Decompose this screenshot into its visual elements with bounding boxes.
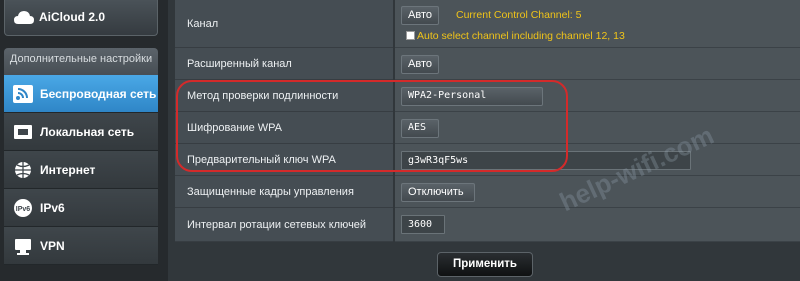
ext-channel-label: Расширенный канал bbox=[175, 48, 393, 80]
apply-button[interactable]: Применить bbox=[437, 252, 533, 277]
wpa-key-label: Предварительный ключ WPA bbox=[175, 144, 393, 176]
sidebar-item-label: IPv6 bbox=[40, 201, 65, 215]
wifi-icon bbox=[12, 84, 34, 104]
channel-value-cell: Авто Current Control Channel: 5 Auto sel… bbox=[395, 0, 800, 48]
auth-method-select[interactable]: WPA2-Personal bbox=[401, 87, 543, 106]
wpa-encryption-value-cell: AES bbox=[395, 112, 800, 144]
aicloud-label: AiCloud 2.0 bbox=[39, 10, 106, 24]
vpn-icon bbox=[12, 236, 34, 256]
sidebar-item-vpn[interactable]: VPN bbox=[4, 227, 158, 265]
auth-method-value-cell: WPA2-Personal bbox=[395, 80, 800, 112]
sidebar-item-internet[interactable]: Интернет bbox=[4, 151, 158, 189]
ext-channel-select[interactable]: Авто bbox=[401, 55, 439, 74]
current-channel-note: Current Control Channel: 5 bbox=[456, 9, 582, 21]
pmf-label: Защищенные кадры управления bbox=[175, 176, 393, 208]
ext-channel-value-cell: Авто bbox=[395, 48, 800, 80]
sidebar-item-label: Беспроводная сеть bbox=[40, 87, 157, 101]
pmf-select[interactable]: Отключить bbox=[401, 183, 475, 202]
auto-select-channel-label: Auto select channel including channel 12… bbox=[417, 30, 625, 42]
sidebar-item-wireless[interactable]: Беспроводная сеть bbox=[4, 75, 158, 113]
cloud-icon bbox=[13, 9, 35, 27]
ipv6-icon: IPv6 bbox=[12, 198, 34, 218]
home-icon bbox=[12, 122, 34, 142]
sidebar-item-lan[interactable]: Локальная сеть bbox=[4, 113, 158, 151]
auth-method-label: Метод проверки подлинности bbox=[175, 80, 393, 112]
advanced-settings-header: Дополнительные настройки bbox=[4, 48, 158, 78]
sidebar-item-label: VPN bbox=[40, 239, 65, 253]
sidebar: AiCloud 2.0 Дополнительные настройки Бес… bbox=[0, 0, 168, 281]
key-rotation-label: Интервал ротации сетевых ключей bbox=[175, 208, 393, 242]
sidebar-item-label: Локальная сеть bbox=[40, 125, 135, 139]
globe-icon bbox=[12, 160, 34, 180]
sidebar-item-label: Интернет bbox=[40, 163, 96, 177]
wpa-encryption-label: Шифрование WPA bbox=[175, 112, 393, 144]
auto-select-channel-checkbox[interactable] bbox=[406, 31, 415, 40]
sidebar-item-ipv6[interactable]: IPv6 IPv6 bbox=[4, 189, 158, 227]
channel-label: Канал bbox=[175, 0, 393, 48]
channel-select[interactable]: Авто bbox=[401, 6, 439, 25]
svg-text:IPv6: IPv6 bbox=[16, 206, 31, 213]
wpa-encryption-select[interactable]: AES bbox=[401, 119, 439, 138]
key-rotation-value-cell: 3600 bbox=[395, 208, 800, 242]
key-rotation-input[interactable]: 3600 bbox=[401, 215, 445, 234]
sidebar-menu: Беспроводная сеть Локальная сеть Интерне… bbox=[4, 75, 158, 265]
aicloud-menu-item[interactable]: AiCloud 2.0 bbox=[4, 0, 158, 36]
